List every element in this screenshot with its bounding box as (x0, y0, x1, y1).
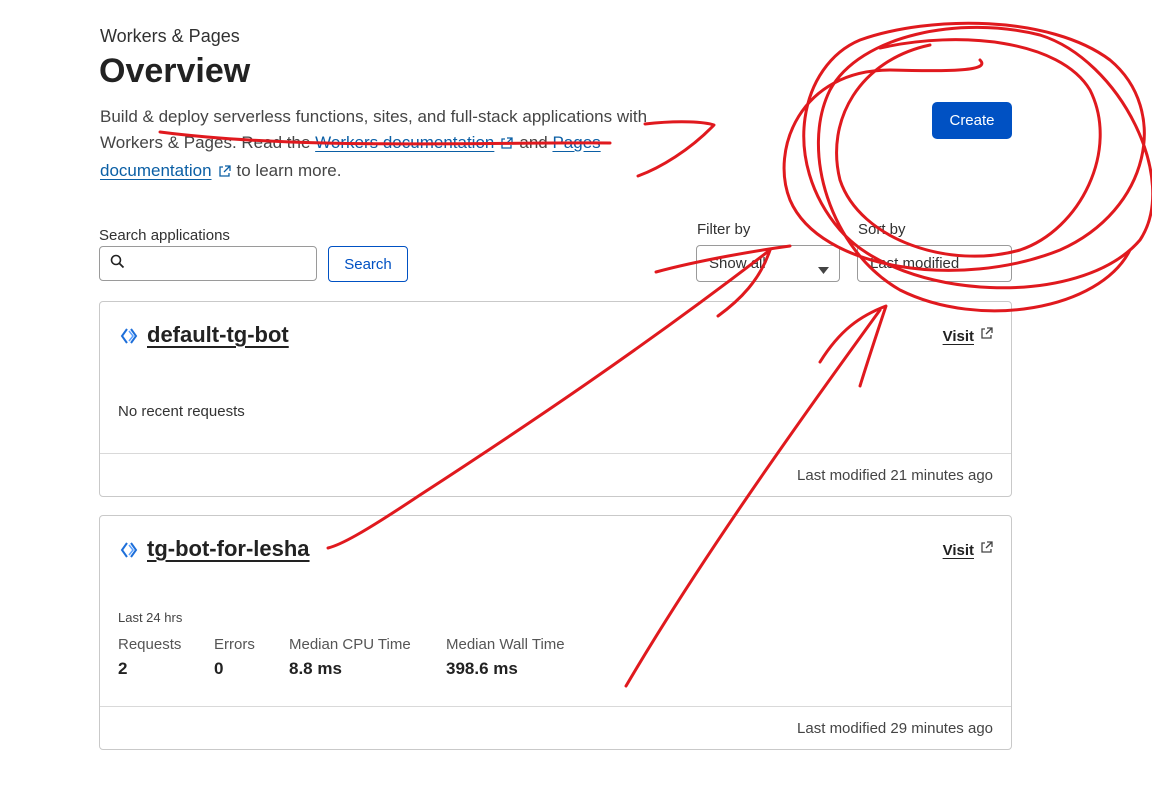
worker-icon (120, 326, 140, 351)
metric-value: 2 (118, 659, 128, 678)
external-link-icon (500, 132, 514, 158)
breadcrumb[interactable]: Workers & Pages (100, 26, 240, 47)
and-text: and (519, 133, 548, 152)
search-icon (110, 254, 125, 274)
no-requests-text: No recent requests (118, 403, 245, 420)
visit-link[interactable]: Visit (943, 327, 993, 345)
card-footer: Last modified 21 minutes ago (100, 453, 1011, 496)
search-label: Search applications (99, 227, 230, 244)
application-name-link[interactable]: tg-bot-for-lesha (147, 536, 310, 562)
search-button[interactable]: Search (328, 246, 408, 282)
metric-wall-time: Median Wall Time 398.6 ms (446, 636, 565, 679)
visit-label: Visit (942, 327, 974, 345)
application-name-link[interactable]: default-tg-bot (147, 322, 289, 348)
filter-value: Show all (709, 255, 766, 272)
workers-documentation-link[interactable]: Workers documentation (315, 133, 494, 152)
metric-value: 8.8 ms (289, 659, 342, 678)
application-card: default-tg-bot Visit No recent requests … (99, 301, 1012, 497)
metric-errors: Errors 0 (214, 636, 255, 679)
create-button[interactable]: Create (932, 102, 1012, 139)
intro-suffix: to learn more. (236, 161, 342, 180)
metric-label: Median CPU Time (289, 636, 411, 653)
page-description: Build & deploy serverless functions, sit… (100, 104, 700, 186)
metric-value: 398.6 ms (446, 659, 518, 678)
external-link-icon (980, 541, 993, 559)
filter-label: Filter by (697, 221, 751, 238)
card-footer: Last modified 29 minutes ago (100, 706, 1011, 749)
metric-label: Median Wall Time (446, 636, 565, 653)
sort-label: Sort by (858, 221, 906, 238)
external-link-icon (980, 327, 993, 345)
metric-cpu-time: Median CPU Time 8.8 ms (289, 636, 411, 679)
metric-label: Errors (214, 636, 255, 653)
sort-value: Last modified (870, 255, 960, 272)
visit-link[interactable]: Visit (943, 541, 993, 559)
external-link-icon (218, 160, 231, 186)
metric-requests: Requests 2 (118, 636, 181, 679)
search-field[interactable] (99, 246, 336, 281)
chevron-down-icon (818, 261, 829, 278)
period-label: Last 24 hrs (118, 610, 183, 625)
visit-label: Visit (942, 541, 974, 559)
metric-value: 0 (214, 659, 224, 678)
metric-label: Requests (118, 636, 182, 653)
application-card: tg-bot-for-lesha Visit Last 24 hrs Reque… (99, 515, 1012, 750)
search-input[interactable] (133, 254, 336, 273)
worker-icon (120, 540, 140, 565)
last-modified-text: Last modified 21 minutes ago (797, 466, 993, 484)
sort-select[interactable]: Last modified (857, 245, 1012, 282)
last-modified-text: Last modified 29 minutes ago (797, 719, 993, 737)
page-title: Overview (99, 52, 251, 90)
filter-select[interactable]: Show all (696, 245, 840, 282)
